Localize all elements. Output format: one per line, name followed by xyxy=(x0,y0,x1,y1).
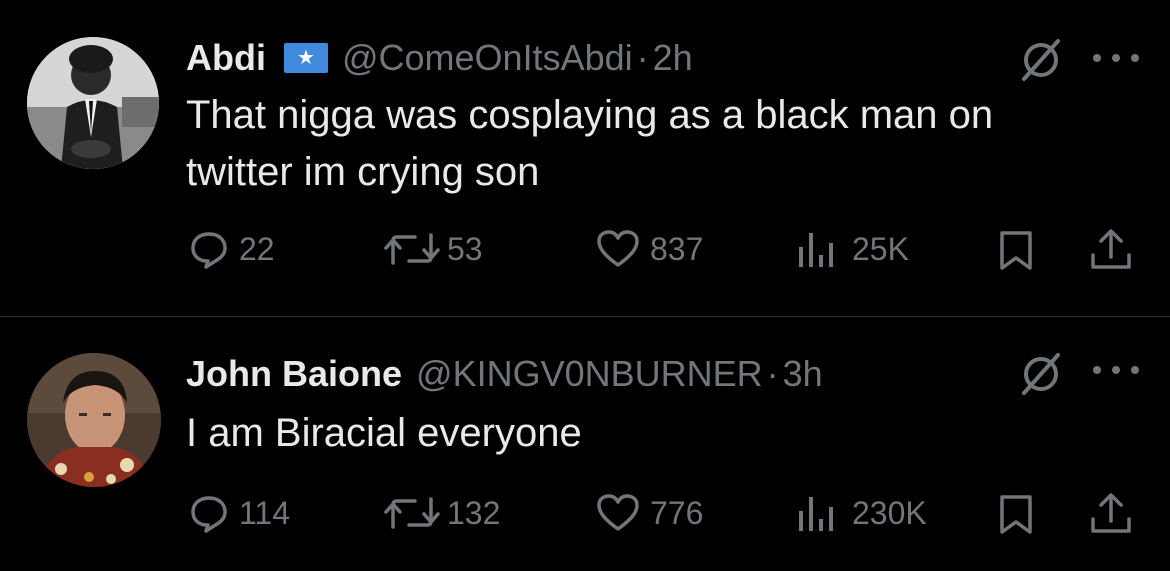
user-handle[interactable]: @ComeOnItsAbdi xyxy=(342,37,633,79)
reply-count: 22 xyxy=(239,230,275,267)
separator: · xyxy=(766,353,779,394)
share-icon[interactable] xyxy=(1089,227,1133,276)
views-button[interactable]: 25K xyxy=(796,229,909,269)
display-name[interactable]: John Baione xyxy=(186,353,402,395)
separator: · xyxy=(636,37,649,78)
retweet-icon xyxy=(384,233,440,265)
bookmark-icon[interactable] xyxy=(998,229,1034,276)
avatar[interactable] xyxy=(27,37,159,169)
somalia-flag-icon: ★ xyxy=(283,43,328,73)
views-count: 230K xyxy=(852,494,927,531)
tweet-1[interactable]: Abdi ★ @ComeOnItsAbdi · 2h That nigga wa… xyxy=(0,0,1170,316)
views-icon xyxy=(799,497,833,531)
reply-button[interactable]: 22 xyxy=(189,229,275,269)
more-icon[interactable] xyxy=(1093,51,1139,65)
reply-icon xyxy=(191,232,227,269)
share-icon[interactable] xyxy=(1089,491,1133,540)
more-icon[interactable] xyxy=(1093,363,1139,377)
retweet-count: 53 xyxy=(447,230,483,267)
timestamp[interactable]: 2h xyxy=(653,37,693,79)
retweet-count: 132 xyxy=(447,494,501,531)
tweet-header: John Baione @KINGV0NBURNER · 3h xyxy=(186,346,823,402)
like-button[interactable]: 776 xyxy=(596,493,703,533)
grok-icon[interactable] xyxy=(1018,351,1064,397)
views-count: 25K xyxy=(852,230,909,267)
timestamp[interactable]: 3h xyxy=(783,353,823,395)
like-count: 837 xyxy=(650,230,704,267)
retweet-button[interactable]: 132 xyxy=(383,493,500,533)
user-handle[interactable]: @KINGV0NBURNER xyxy=(416,353,763,395)
retweet-button[interactable]: 53 xyxy=(383,229,483,269)
reply-icon xyxy=(191,496,227,533)
bookmark-icon[interactable] xyxy=(998,493,1034,540)
views-icon xyxy=(799,233,833,267)
reply-count: 114 xyxy=(239,494,291,531)
tweet-text: I am Biracial everyone xyxy=(186,411,582,455)
views-button[interactable]: 230K xyxy=(796,493,927,533)
tweet-text: That nigga was cosplaying as a black man… xyxy=(186,93,994,194)
display-name[interactable]: Abdi xyxy=(186,37,266,79)
tweet-2[interactable]: John Baione @KINGV0NBURNER · 3h I am Bir… xyxy=(0,317,1170,571)
tweet-header: Abdi ★ @ComeOnItsAbdi · 2h xyxy=(186,30,693,86)
like-icon xyxy=(597,230,639,267)
avatar[interactable] xyxy=(27,353,161,487)
like-button[interactable]: 837 xyxy=(596,229,703,269)
like-count: 776 xyxy=(650,494,704,531)
reply-button[interactable]: 114 xyxy=(189,493,290,533)
like-icon xyxy=(597,494,639,531)
grok-icon[interactable] xyxy=(1018,37,1064,83)
retweet-icon xyxy=(384,497,440,529)
